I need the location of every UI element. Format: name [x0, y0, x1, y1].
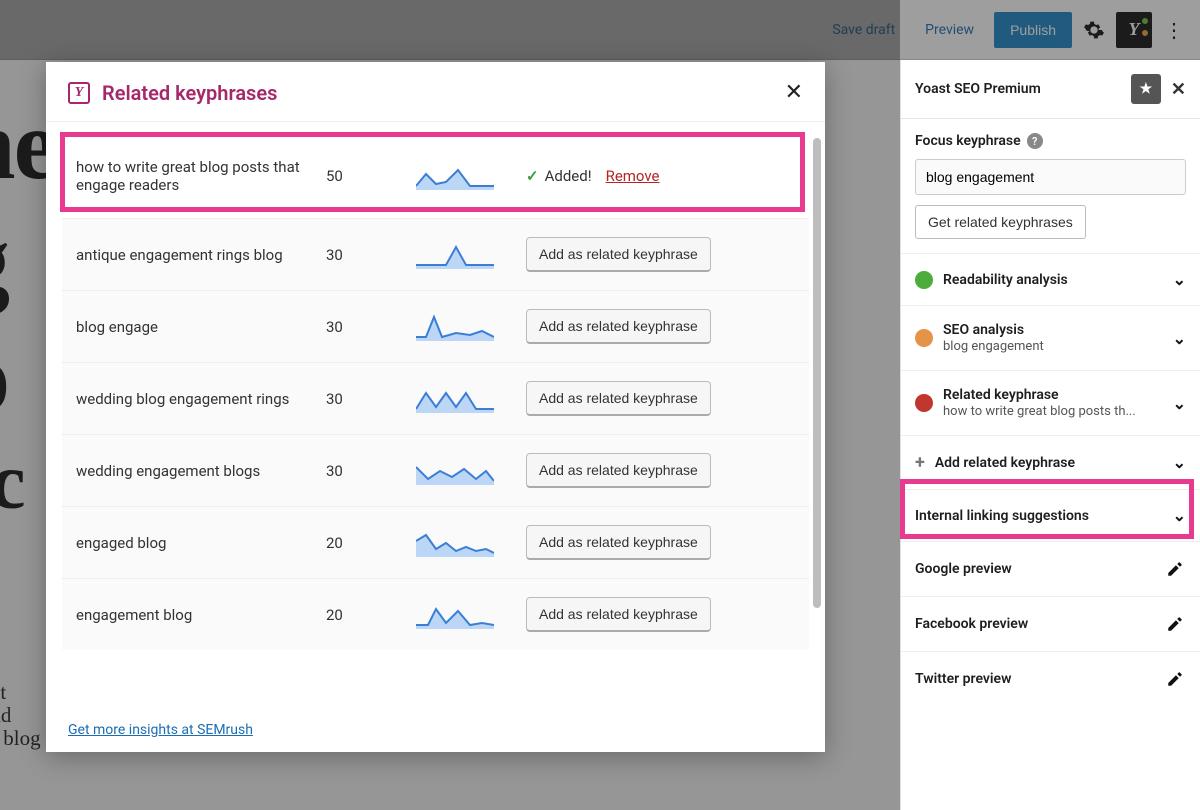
chevron-down-icon: ⌄ [1173, 506, 1186, 525]
chevron-down-icon: ⌄ [1173, 394, 1186, 413]
keyphrase-text: how to write great blog posts that engag… [76, 158, 326, 194]
keyphrase-volume: 30 [326, 390, 416, 408]
keyphrase-volume: 30 [326, 462, 416, 480]
smiley-orange-icon [915, 329, 933, 347]
internal-linking-row[interactable]: Internal linking suggestions ⌄ [901, 490, 1200, 542]
add-keyphrase-button[interactable]: Add as related keyphrase [526, 525, 711, 560]
plus-icon: + [915, 452, 925, 473]
remove-keyphrase-link[interactable]: Remove [606, 167, 660, 185]
chevron-down-icon: ⌄ [1173, 329, 1186, 348]
yoast-sidebar: Yoast SEO Premium ★ ✕ Focus keyphrase ? … [900, 60, 1200, 810]
twitter-preview-row[interactable]: Twitter preview [901, 652, 1200, 706]
keyphrase-row: blog engage 30 Add as related keyphrase [62, 291, 809, 363]
trend-sparkline [416, 162, 526, 190]
chevron-down-icon: ⌄ [1173, 270, 1186, 289]
keyphrase-text: antique engagement rings blog [76, 246, 326, 264]
keyphrase-text: wedding engagement blogs [76, 462, 326, 480]
keyphrase-row: wedding engagement blogs 30 Add as relat… [62, 435, 809, 507]
add-keyphrase-button[interactable]: Add as related keyphrase [526, 381, 711, 416]
add-related-keyphrase-row[interactable]: + Add related keyphrase ⌄ [901, 436, 1200, 490]
edit-icon [1164, 613, 1186, 635]
smiley-red-icon [915, 394, 933, 412]
keyphrase-row: how to write great blog posts that engag… [62, 134, 809, 219]
trend-sparkline [416, 529, 526, 557]
seo-analysis-row[interactable]: SEO analysisblog engagement ⌄ [901, 306, 1200, 371]
keyphrase-text: blog engage [76, 318, 326, 336]
keyphrase-text: engagement blog [76, 606, 326, 624]
modal-title: Related keyphrases [102, 81, 277, 105]
keyphrase-volume: 20 [326, 534, 416, 552]
add-keyphrase-button[interactable]: Add as related keyphrase [526, 453, 711, 488]
semrush-link[interactable]: Get more insights at SEMrush [68, 722, 253, 738]
trend-sparkline [416, 457, 526, 485]
related-keyphrases-modal: Y Related keyphrases ✕ how to write grea… [46, 62, 825, 752]
keyphrase-volume: 50 [326, 167, 416, 185]
related-keyphrase-row[interactable]: Related keyphrasehow to write great blog… [901, 371, 1200, 436]
focus-keyphrase-label: Focus keyphrase [915, 133, 1021, 149]
add-keyphrase-button[interactable]: Add as related keyphrase [526, 597, 711, 632]
keyphrase-text: engaged blog [76, 534, 326, 552]
edit-icon [1164, 558, 1186, 580]
trend-sparkline [416, 313, 526, 341]
sidebar-panel-title: Yoast SEO Premium [915, 81, 1041, 97]
focus-keyphrase-input[interactable] [915, 159, 1186, 195]
trend-sparkline [416, 241, 526, 269]
keyphrase-text: wedding blog engagement rings [76, 390, 326, 408]
trend-sparkline [416, 385, 526, 413]
readability-row[interactable]: Readability analysis ⌄ [901, 254, 1200, 306]
chevron-down-icon: ⌄ [1173, 453, 1186, 472]
edit-icon [1164, 668, 1186, 690]
star-icon[interactable]: ★ [1131, 74, 1161, 104]
close-modal-icon[interactable]: ✕ [785, 80, 803, 105]
keyphrase-row: engaged blog 20 Add as related keyphrase [62, 507, 809, 579]
yoast-logo-icon: Y [68, 82, 90, 104]
keyphrase-volume: 20 [326, 606, 416, 624]
keyphrase-row: engagement blog 20 Add as related keyphr… [62, 579, 809, 650]
modal-backdrop-top [0, 0, 1200, 60]
add-keyphrase-button[interactable]: Add as related keyphrase [526, 237, 711, 272]
keyphrase-row: wedding blog engagement rings 30 Add as … [62, 363, 809, 435]
keyphrase-volume: 30 [326, 318, 416, 336]
google-preview-row[interactable]: Google preview [901, 542, 1200, 597]
added-label: Added! [545, 167, 592, 185]
get-related-keyphrases-button[interactable]: Get related keyphrases [915, 205, 1086, 239]
help-icon[interactable]: ? [1027, 133, 1043, 149]
keyphrase-row: antique engagement rings blog 30 Add as … [62, 219, 809, 291]
keyphrase-volume: 30 [326, 246, 416, 264]
close-sidebar-icon[interactable]: ✕ [1171, 79, 1186, 100]
check-icon: ✓ [526, 167, 539, 185]
facebook-preview-row[interactable]: Facebook preview [901, 597, 1200, 652]
trend-sparkline [416, 601, 526, 629]
add-keyphrase-button[interactable]: Add as related keyphrase [526, 309, 711, 344]
smiley-green-icon [915, 271, 933, 289]
scrollbar[interactable] [813, 138, 821, 608]
